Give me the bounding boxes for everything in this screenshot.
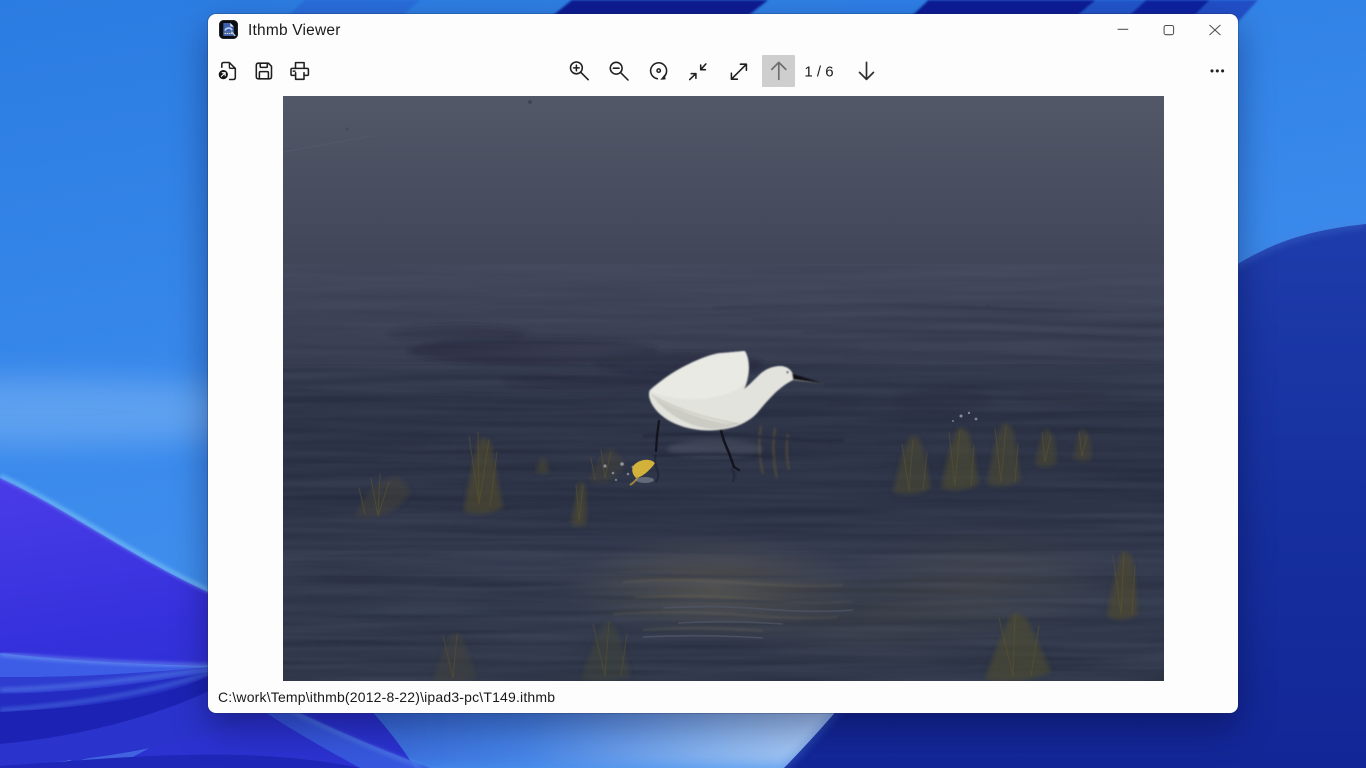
- svg-text:1 / 6: 1 / 6: [804, 64, 833, 81]
